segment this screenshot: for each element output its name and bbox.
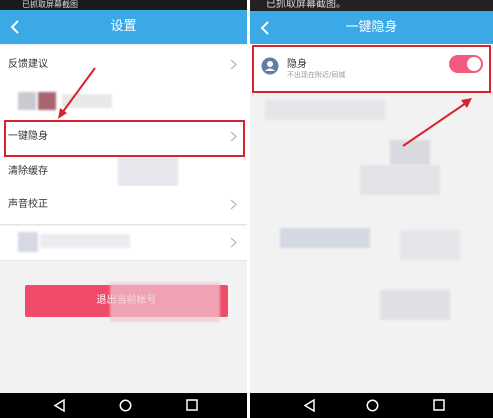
recents-nav-icon[interactable]: [433, 399, 445, 411]
annotation-arrow: [58, 67, 96, 119]
back-nav-icon[interactable]: [53, 399, 65, 412]
status-bar: 已抓取屏幕截图: [0, 0, 247, 10]
annotation-arrow: [402, 98, 472, 147]
home-nav-icon[interactable]: [119, 399, 132, 412]
settings-item-blurred[interactable]: [0, 84, 247, 119]
page-title: 一键隐身: [345, 20, 398, 35]
chevron-right-icon: [230, 199, 237, 210]
settings-item-label: 反馈建议: [8, 59, 48, 70]
title-bar: 设置: [0, 10, 247, 44]
blurred-content: [360, 165, 440, 195]
home-nav-icon[interactable]: [366, 399, 379, 412]
status-text: 已抓取屏幕截图。: [266, 0, 346, 10]
settings-item-blurred[interactable]: [0, 226, 247, 261]
chevron-right-icon: [230, 59, 237, 70]
annotation-highlight-box: [4, 120, 245, 157]
blurred-content: [40, 234, 130, 248]
blurred-icon: [18, 92, 36, 110]
blurred-content: [380, 290, 450, 320]
settings-item-sound[interactable]: 声音校正: [0, 186, 247, 225]
navigation-bar: [250, 393, 493, 418]
settings-item-label: 声音校正: [8, 199, 48, 210]
chevron-right-icon: [230, 237, 237, 248]
blurred-icon: [18, 232, 38, 252]
page-title: 设置: [110, 19, 137, 34]
navigation-bar: [0, 393, 247, 418]
right-phone-screen: 已抓取屏幕截图。 一键隐身 隐身 不出现在附近/同城: [250, 0, 493, 418]
blurred-content: [280, 228, 370, 248]
blurred-content: [38, 92, 56, 110]
back-nav-icon[interactable]: [303, 399, 315, 412]
left-phone-screen: 已抓取屏幕截图 设置 反馈建议 一键隐身 清除缓存 声音校正 退出当前帐号: [0, 0, 247, 418]
status-bar: 已抓取屏幕截图。: [250, 0, 493, 11]
title-bar: 一键隐身: [250, 11, 493, 44]
blurred-overlay: [110, 282, 220, 322]
blurred-content: [118, 157, 178, 187]
annotation-highlight-box: [252, 45, 491, 93]
blurred-content: [265, 100, 385, 120]
settings-item-feedback[interactable]: 反馈建议: [0, 46, 247, 85]
status-text: 已抓取屏幕截图: [22, 0, 78, 9]
recents-nav-icon[interactable]: [186, 399, 198, 411]
blurred-content: [400, 230, 460, 260]
